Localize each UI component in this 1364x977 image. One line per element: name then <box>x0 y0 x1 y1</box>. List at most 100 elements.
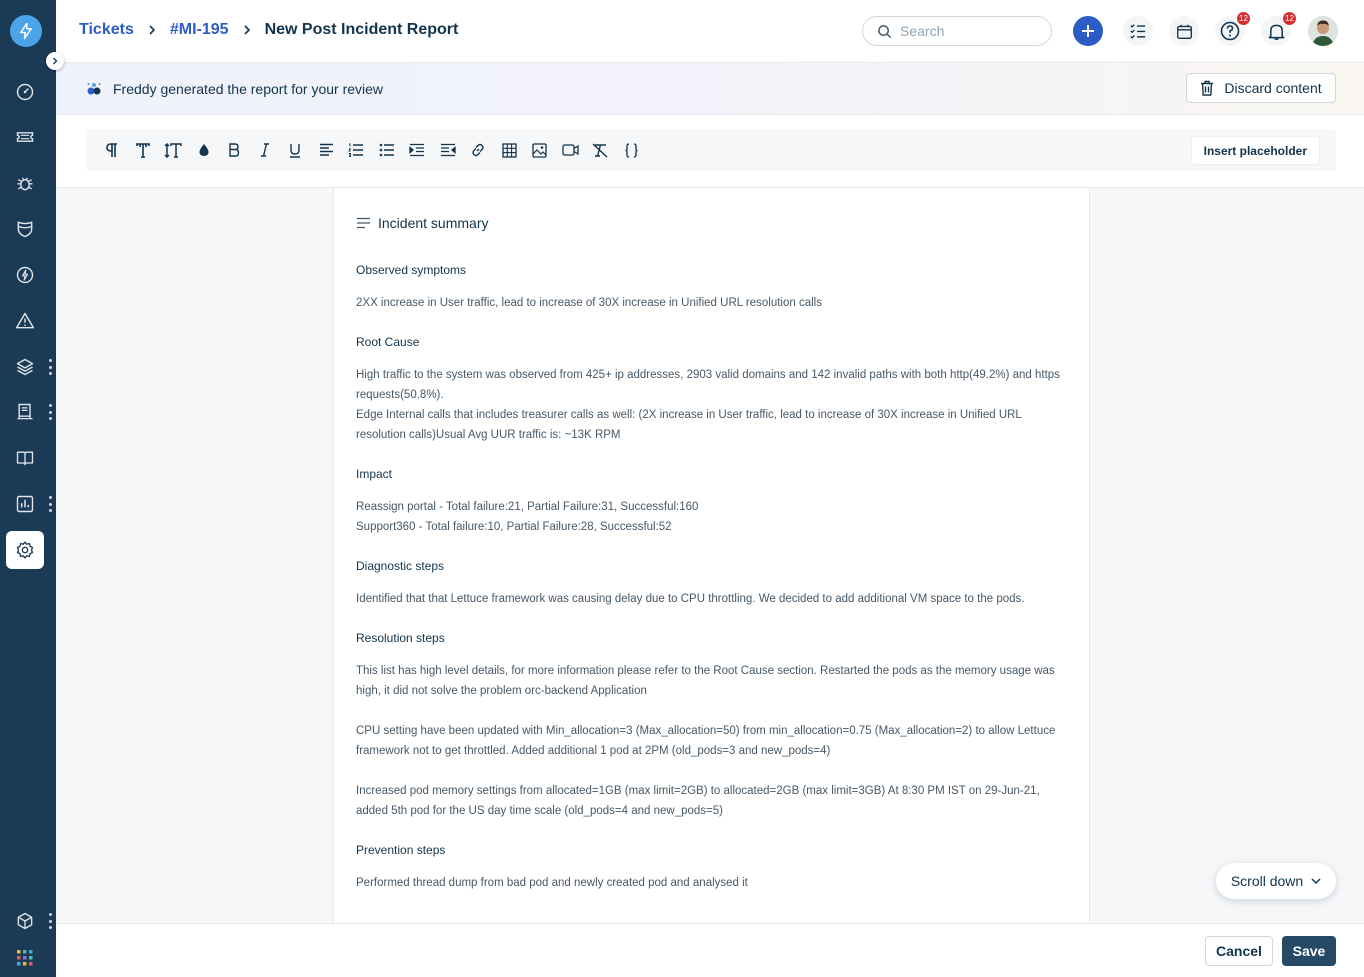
scroll-down-button[interactable]: Scroll down <box>1216 863 1336 899</box>
nav-problems[interactable] <box>6 164 44 202</box>
insert-link-button[interactable] <box>468 140 488 160</box>
indent-icon <box>409 143 424 157</box>
nav-analytics-more[interactable] <box>47 496 53 512</box>
avatar[interactable] <box>1308 16 1338 46</box>
paragraph-format-button[interactable] <box>102 140 122 160</box>
bolt-logo-icon <box>20 22 32 40</box>
analytics-icon <box>16 495 34 513</box>
nav-changes[interactable] <box>6 210 44 248</box>
top-header: Tickets #MI-195 New Post Incident Report… <box>56 0 1364 63</box>
insert-image-button[interactable] <box>529 140 549 160</box>
chevron-down-icon <box>1311 877 1321 884</box>
section-heading: Prevention steps <box>356 843 446 857</box>
underline-button[interactable] <box>285 140 305 160</box>
report-document[interactable]: Incident summary Observed symptoms 2XX i… <box>333 188 1090 923</box>
nav-solutions[interactable] <box>6 439 44 477</box>
notifications-button[interactable]: 12 <box>1261 11 1297 46</box>
help-icon <box>1220 21 1240 41</box>
align-icon <box>319 143 333 156</box>
bullet-list-icon <box>379 143 394 157</box>
bullet-list-button[interactable] <box>377 140 397 160</box>
breadcrumb-ticket-id[interactable]: #MI-195 <box>170 21 229 39</box>
section-heading: Impact <box>356 467 393 481</box>
bug-icon <box>17 177 33 191</box>
help-button[interactable]: 12 <box>1215 11 1251 46</box>
document-heading: Incident summary <box>356 215 1067 231</box>
nav-alerts[interactable] <box>6 302 44 340</box>
calendar-button[interactable] <box>1169 16 1199 46</box>
search-icon <box>878 24 892 38</box>
bold-button[interactable] <box>224 140 244 160</box>
freddy-ai-icon <box>87 83 101 95</box>
table-icon <box>501 142 517 158</box>
ticket-icon <box>16 132 34 142</box>
video-icon <box>561 144 579 156</box>
search-input[interactable] <box>900 23 1040 39</box>
save-button[interactable]: Save <box>1282 936 1336 966</box>
sidebar <box>0 0 64 977</box>
ordered-list-button[interactable] <box>346 140 366 160</box>
cube-icon <box>17 912 33 930</box>
nav-releases[interactable] <box>6 256 44 294</box>
checklist-icon <box>1130 24 1146 39</box>
nav-marketplace[interactable] <box>6 902 44 940</box>
freddy-banner-text: Freddy generated the report for your rev… <box>113 81 384 97</box>
nav-inventory[interactable] <box>6 393 44 431</box>
text-color-button[interactable] <box>194 140 214 160</box>
breadcrumb-tickets[interactable]: Tickets <box>79 21 134 39</box>
nav-assets-more[interactable] <box>47 359 53 375</box>
nav-dashboard[interactable] <box>6 73 44 111</box>
section-heading: Diagnostic steps <box>356 559 445 573</box>
insert-video-button[interactable] <box>560 140 580 160</box>
insert-table-button[interactable] <box>499 140 519 160</box>
section-paragraph: Performed thread dump from bad pod and n… <box>356 877 748 889</box>
shield-icon <box>17 221 33 238</box>
bold-icon <box>229 143 240 157</box>
indent-button[interactable] <box>407 140 427 160</box>
italic-button[interactable] <box>255 140 275 160</box>
underline-icon <box>290 143 300 158</box>
nav-tickets[interactable] <box>6 118 44 156</box>
section-paragraph: Reassign portal - Total failure:21, Part… <box>356 501 699 533</box>
chevron-right-icon <box>53 57 58 65</box>
nav-inventory-more[interactable] <box>47 404 53 420</box>
align-button[interactable] <box>316 140 336 160</box>
layers-icon <box>16 358 34 376</box>
search-box[interactable] <box>862 16 1052 46</box>
section-heading: Observed symptoms <box>356 263 467 277</box>
todo-button[interactable] <box>1123 16 1153 46</box>
nav-apps[interactable] <box>6 939 44 977</box>
insert-placeholder-button[interactable]: Insert placeholder <box>1190 136 1320 165</box>
sidebar-expand-button[interactable] <box>46 52 64 70</box>
nav-assets[interactable] <box>6 348 44 386</box>
nav-analytics[interactable] <box>6 485 44 523</box>
font-icon <box>136 143 150 158</box>
nav-marketplace-more[interactable] <box>47 913 53 929</box>
freddy-banner: Freddy generated the report for your rev… <box>56 63 1364 115</box>
bolt-icon <box>16 266 34 284</box>
font-family-button[interactable] <box>133 140 153 160</box>
notifications-badge: 12 <box>1282 11 1297 26</box>
clear-formatting-button[interactable] <box>590 140 610 160</box>
outdent-button[interactable] <box>438 140 458 160</box>
chevron-right-icon <box>148 24 156 36</box>
text-lines-icon <box>357 217 370 229</box>
discard-content-label: Discard content <box>1224 80 1322 96</box>
cancel-button[interactable]: Cancel <box>1205 936 1273 966</box>
section-paragraph: High traffic to the system was observed … <box>356 369 1060 441</box>
editor-canvas: Incident summary Observed symptoms 2XX i… <box>56 188 1364 923</box>
freshservice-logo[interactable] <box>10 15 42 47</box>
breadcrumb: Tickets #MI-195 New Post Incident Report <box>79 21 458 39</box>
trash-icon <box>1201 80 1214 96</box>
new-item-button[interactable] <box>1073 16 1103 46</box>
discard-content-button[interactable]: Discard content <box>1186 73 1336 103</box>
nav-settings[interactable] <box>6 531 44 569</box>
code-button[interactable] <box>621 140 641 160</box>
section-heading: Root Cause <box>356 335 420 349</box>
chevron-right-icon <box>243 24 251 36</box>
code-icon <box>624 142 638 158</box>
font-size-button[interactable] <box>163 140 183 160</box>
alert-icon <box>15 312 35 329</box>
document-title: Incident summary <box>378 215 489 231</box>
text-color-icon <box>199 144 209 156</box>
